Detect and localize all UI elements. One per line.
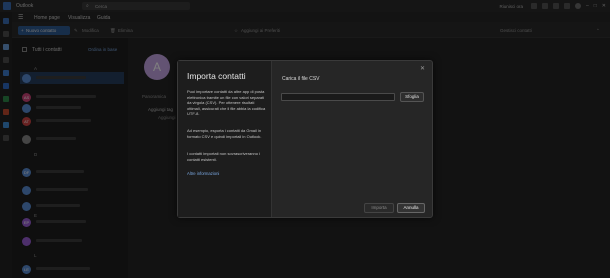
browse-button[interactable]: Sfoglia bbox=[400, 92, 424, 102]
close-icon[interactable]: ✕ bbox=[420, 65, 425, 72]
dialog-paragraph-1: Puoi importare contatti da altre app di … bbox=[187, 89, 266, 117]
import-contacts-dialog: Importa contatti Puoi importare contatti… bbox=[177, 60, 433, 218]
learn-more-link[interactable]: Altre informazioni bbox=[187, 171, 219, 176]
dialog-info-panel: Importa contatti Puoi importare contatti… bbox=[178, 61, 272, 217]
csv-upload-label: Carica il file CSV bbox=[282, 76, 320, 82]
csv-file-field[interactable] bbox=[281, 93, 395, 101]
dialog-paragraph-2: Ad esempio, esporta i contatti da Gmail … bbox=[187, 128, 262, 139]
cancel-button[interactable]: Annulla bbox=[397, 203, 425, 213]
dialog-title: Importa contatti bbox=[187, 71, 246, 81]
import-button[interactable]: Importa bbox=[364, 203, 394, 213]
dialog-paragraph-3: I contatti importati non sovrascriverann… bbox=[187, 151, 260, 162]
